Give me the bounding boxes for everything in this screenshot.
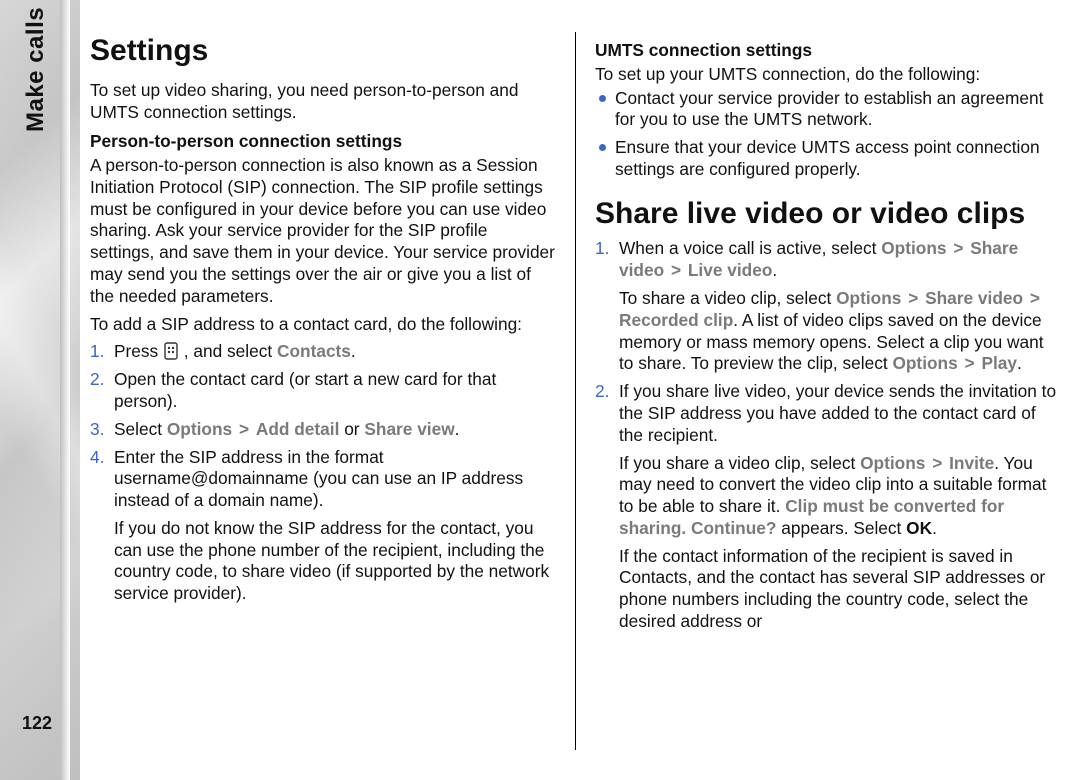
list-item: 1. When a voice call is active, select O… <box>619 238 1060 375</box>
step-4b-text: If you do not know the SIP address for t… <box>114 518 555 605</box>
text: , and select <box>184 341 277 361</box>
ui-label-options: Options <box>892 353 957 373</box>
text: If you share a video clip, select <box>619 453 860 473</box>
list-item: Contact your service provider to establi… <box>615 88 1060 132</box>
list-item: 2. If you share live video, your device … <box>619 381 1060 633</box>
text: or <box>344 419 364 439</box>
ui-label-options: Options <box>167 419 232 439</box>
page-number: 122 <box>22 713 52 734</box>
caret-icon: > <box>237 419 251 439</box>
ui-label-options: Options <box>881 238 946 258</box>
ui-label-share-video: Share video <box>925 288 1023 308</box>
caret-icon: > <box>963 353 977 373</box>
share-step1a: When a voice call is active, select Opti… <box>619 238 1018 280</box>
ui-label-recorded-clip: Recorded clip <box>619 310 733 330</box>
sip-intro: To add a SIP address to a contact card, … <box>90 314 555 336</box>
step-1-text: Press , and select Contacts. <box>114 341 356 361</box>
sidebar-gutter <box>60 0 70 780</box>
list-item: 3. Select Options > Add detail or Share … <box>114 419 555 441</box>
heading-settings: Settings <box>90 32 555 70</box>
caret-icon: > <box>930 453 944 473</box>
caret-icon: > <box>1028 288 1042 308</box>
menu-key-icon <box>164 342 178 360</box>
list-item: 2. Open the contact card (or start a new… <box>114 369 555 413</box>
step-2-text: Open the contact card (or start a new ca… <box>114 369 496 411</box>
ui-label-options: Options <box>836 288 901 308</box>
share-step1b: To share a video clip, select Options > … <box>619 288 1060 375</box>
manual-page: Make calls 122 Settings To set up video … <box>0 0 1080 780</box>
list-item: Ensure that your device UMTS access poin… <box>615 137 1060 181</box>
ui-label-live-video: Live video <box>688 260 773 280</box>
ui-label-share-view: Share view <box>364 419 454 439</box>
text: . <box>932 518 937 538</box>
heading-share-video: Share live video or video clips <box>595 195 1060 233</box>
ui-label-ok: OK <box>906 518 932 538</box>
caret-icon: > <box>906 288 920 308</box>
ui-label-contacts: Contacts <box>277 341 351 361</box>
umts-intro: To set up your UMTS connection, do the f… <box>595 64 1060 86</box>
subheading-umts: UMTS connection settings <box>595 40 1060 62</box>
text: . <box>455 419 460 439</box>
text: . <box>1017 353 1022 373</box>
step-number: 1. <box>90 341 104 363</box>
umts-bullet-list: Contact your service provider to establi… <box>595 88 1060 181</box>
step-number: 2. <box>595 381 609 403</box>
subheading-p2p: Person-to-person connection settings <box>90 131 555 153</box>
step-number: 2. <box>90 369 104 391</box>
text: When a voice call is active, select <box>619 238 881 258</box>
share-steps-list: 1. When a voice call is active, select O… <box>595 238 1060 632</box>
text: Select <box>114 419 167 439</box>
list-item: 1. Press , and select Contacts. <box>114 341 555 363</box>
ui-label-play: Play <box>981 353 1017 373</box>
step-3-text: Select Options > Add detail or Share vie… <box>114 419 459 439</box>
step-number: 4. <box>90 447 104 469</box>
text: Press <box>114 341 163 361</box>
share-step2b: If you share a video clip, select Option… <box>619 453 1060 540</box>
share-step2a: If you share live video, your device sen… <box>619 381 1056 445</box>
list-item: 4. Enter the SIP address in the format u… <box>114 447 555 605</box>
sip-steps-list: 1. Press , and select Contacts. 2. Open … <box>90 341 555 605</box>
ui-label-invite: Invite <box>949 453 994 473</box>
p2p-paragraph: A person-to-person connection is also kn… <box>90 155 555 307</box>
caret-icon: > <box>951 238 965 258</box>
content-columns: Settings To set up video sharing, you ne… <box>90 32 1060 750</box>
step-4a-text: Enter the SIP address in the format user… <box>114 447 523 511</box>
share-step2c: If the contact information of the recipi… <box>619 546 1060 633</box>
step-number: 3. <box>90 419 104 441</box>
text: . <box>772 260 777 280</box>
settings-intro: To set up video sharing, you need person… <box>90 80 555 124</box>
text: appears. Select <box>781 518 906 538</box>
ui-label-add-detail: Add detail <box>256 419 340 439</box>
text: . <box>351 341 356 361</box>
step-number: 1. <box>595 238 609 260</box>
ui-label-options: Options <box>860 453 925 473</box>
caret-icon: > <box>669 260 683 280</box>
text: To share a video clip, select <box>619 288 836 308</box>
section-side-label: Make calls <box>22 7 50 132</box>
